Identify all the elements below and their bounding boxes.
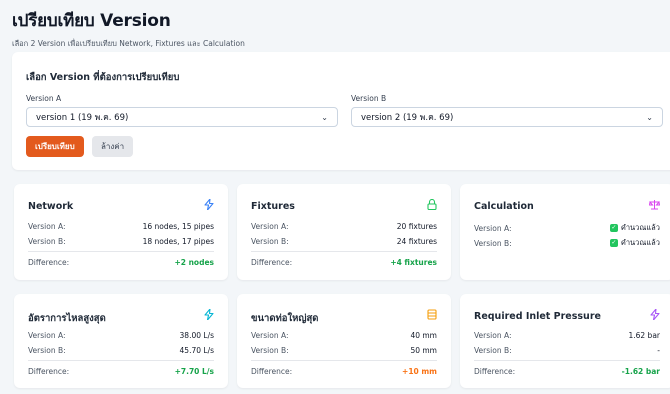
difference-value: -1.62 bar <box>621 367 660 376</box>
version-b-key: Version B: <box>251 346 289 355</box>
selector-title: เลือก Version ที่ต้องการเปรียบเทียบ <box>26 72 180 83</box>
divider <box>474 360 660 361</box>
version-b-key: Version B: <box>474 238 512 248</box>
card-title: ขนาดท่อใหญ่สุด <box>251 313 319 324</box>
network-card: Network Version A: 16 nodes, 15 pipes Ver… <box>14 184 228 280</box>
difference-value: +2 nodes <box>174 258 214 267</box>
inlet-pressure-card: Required Inlet Pressure Version A: 1.62 b… <box>460 294 670 388</box>
difference-key: Difference: <box>474 367 516 376</box>
divider <box>251 251 437 252</box>
difference-value: +10 mm <box>402 367 437 376</box>
card-title: Required Inlet Pressure <box>474 311 601 322</box>
version-a-label: Version A <box>26 94 62 103</box>
divider <box>28 360 214 361</box>
version-a-value: 40 mm <box>410 331 437 340</box>
version-a-key: Version A: <box>28 222 66 231</box>
version-b-value: 45.70 L/s <box>179 346 214 355</box>
clear-button[interactable]: ล้างค่า <box>92 136 134 157</box>
lightning-icon <box>650 308 660 323</box>
card-title: Network <box>28 201 74 212</box>
version-b-key: Version B: <box>28 346 66 355</box>
max-pipe-card: ขนาดท่อใหญ่สุด Version A: 40 mm Version B… <box>237 294 451 388</box>
version-b-key: Version B: <box>474 346 512 355</box>
chevron-down-icon: ⌄ <box>321 112 328 122</box>
card-title: Fixtures <box>251 201 295 212</box>
lightning-icon <box>204 198 214 213</box>
version-b-label: Version B <box>351 94 387 103</box>
fixtures-card: Fixtures Version A: 20 fixtures Version B… <box>237 184 451 280</box>
check-icon: ✓ <box>609 239 618 247</box>
compare-button[interactable]: เปรียบเทียบ <box>26 136 84 157</box>
card-title: Calculation <box>474 201 534 212</box>
document-icon <box>427 309 437 323</box>
version-a-value: 20 fixtures <box>396 222 437 231</box>
divider <box>251 360 437 361</box>
version-a-select[interactable]: version 1 (19 พ.ค. 69) ⌄ <box>26 107 338 127</box>
version-a-value: 38.00 L/s <box>179 331 214 340</box>
balance-icon <box>648 199 661 213</box>
version-a-key: Version A: <box>474 331 512 340</box>
version-a-value: version 1 (19 พ.ค. 69) <box>36 113 129 123</box>
version-selector-panel: เลือก Version ที่ต้องการเปรียบเทียบ Vers… <box>12 52 670 170</box>
page-header: เปรียบเทียบ Version เลือก 2 Version เพื่… <box>12 7 245 50</box>
version-b-key: Version B: <box>28 237 66 246</box>
difference-key: Difference: <box>251 258 293 267</box>
card-title: อัตราการไหลสูงสุด <box>28 313 106 324</box>
difference-value: +7.70 L/s <box>174 367 214 376</box>
calculation-card: Calculation Version A: ✓ คำนวณแล้ว Version… <box>460 184 670 280</box>
version-b-select[interactable]: version 2 (19 พ.ค. 69) ⌄ <box>351 107 663 127</box>
version-a-value: 16 nodes, 15 pipes <box>142 222 214 231</box>
version-a-value: 1.62 bar <box>628 331 660 340</box>
version-b-value: 24 fixtures <box>396 237 437 246</box>
chevron-down-icon: ⌄ <box>646 112 653 122</box>
version-b-status: ✓ คำนวณแล้ว <box>609 238 660 247</box>
difference-key: Difference: <box>251 367 293 376</box>
version-a-key: Version A: <box>251 222 289 231</box>
difference-value: +4 fixtures <box>390 258 437 267</box>
lightning-icon <box>204 308 214 323</box>
difference-key: Difference: <box>28 258 70 267</box>
version-a-status: ✓ คำนวณแล้ว <box>609 223 660 232</box>
version-b-value: 50 mm <box>410 346 437 355</box>
check-icon: ✓ <box>609 224 618 232</box>
version-b-value: - <box>657 346 660 355</box>
max-flow-card: อัตราการไหลสูงสุด Version A: 38.00 L/s Ve… <box>14 294 228 388</box>
page-subtitle: เลือก 2 Version เพื่อเปรียบเทียบ Network… <box>12 39 245 48</box>
version-b-key: Version B: <box>251 237 289 246</box>
version-b-value: version 2 (19 พ.ค. 69) <box>361 113 454 123</box>
version-a-key: Version A: <box>474 223 512 233</box>
page-title: เปรียบเทียบ Version <box>12 11 171 31</box>
divider <box>28 251 214 252</box>
version-a-key: Version A: <box>28 331 66 340</box>
version-a-key: Version A: <box>251 331 289 340</box>
lock-icon <box>427 198 437 213</box>
difference-key: Difference: <box>28 367 70 376</box>
version-b-value: 18 nodes, 17 pipes <box>142 237 214 246</box>
